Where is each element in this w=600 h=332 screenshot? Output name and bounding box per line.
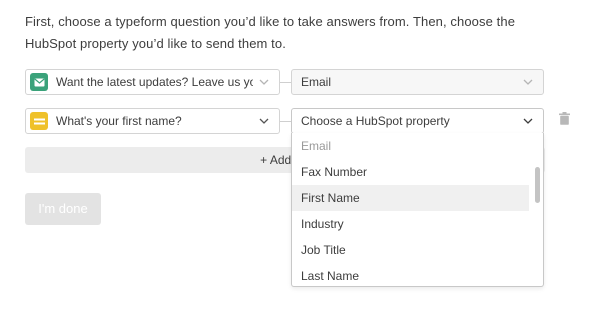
chevron-down-icon	[517, 79, 539, 85]
mapping-connector-2	[280, 121, 291, 122]
property-select-2-placeholder: Choose a HubSpot property	[301, 114, 450, 128]
property-select-2[interactable]: Choose a HubSpot property	[291, 108, 544, 134]
delete-mapping-button[interactable]	[557, 112, 571, 130]
question-select-1-value: Want the latest updates? Leave us your	[56, 75, 253, 89]
short-text-icon	[30, 112, 48, 130]
property-dropdown-menu: Email Fax Number First Name Industry Job…	[291, 133, 544, 287]
dropdown-option-last-name[interactable]: Last Name	[292, 263, 529, 286]
instructions-text: First, choose a typeform question you’d …	[25, 11, 545, 55]
question-select-1[interactable]: Want the latest updates? Leave us your	[25, 69, 280, 95]
dropdown-option-email: Email	[301, 139, 332, 153]
instructions-line-1: First, choose a typeform question you’d …	[25, 14, 516, 29]
dropdown-scrollbar[interactable]	[535, 167, 540, 203]
chevron-down-icon	[253, 79, 275, 85]
dropdown-option-industry[interactable]: Industry	[292, 211, 529, 237]
trash-icon	[558, 112, 570, 130]
dropdown-option-job-title[interactable]: Job Title	[292, 237, 529, 263]
mapping-connector-1	[280, 82, 291, 83]
question-select-2[interactable]: What's your first name?	[25, 108, 280, 134]
question-select-2-value: What's your first name?	[56, 114, 182, 128]
chevron-down-icon	[517, 118, 539, 124]
instructions-line-2: HubSpot property you’d like to send them…	[25, 36, 286, 51]
property-select-1[interactable]: Email	[291, 69, 544, 95]
envelope-icon	[30, 73, 48, 91]
dropdown-option-fax-number[interactable]: Fax Number	[292, 159, 529, 185]
dropdown-option-first-name[interactable]: First Name	[292, 185, 529, 211]
done-button[interactable]: I'm done	[25, 193, 101, 225]
hubspot-mapping-panel: First, choose a typeform question you’d …	[0, 0, 600, 332]
property-select-1-value: Email	[301, 75, 332, 89]
chevron-down-icon	[253, 118, 275, 124]
